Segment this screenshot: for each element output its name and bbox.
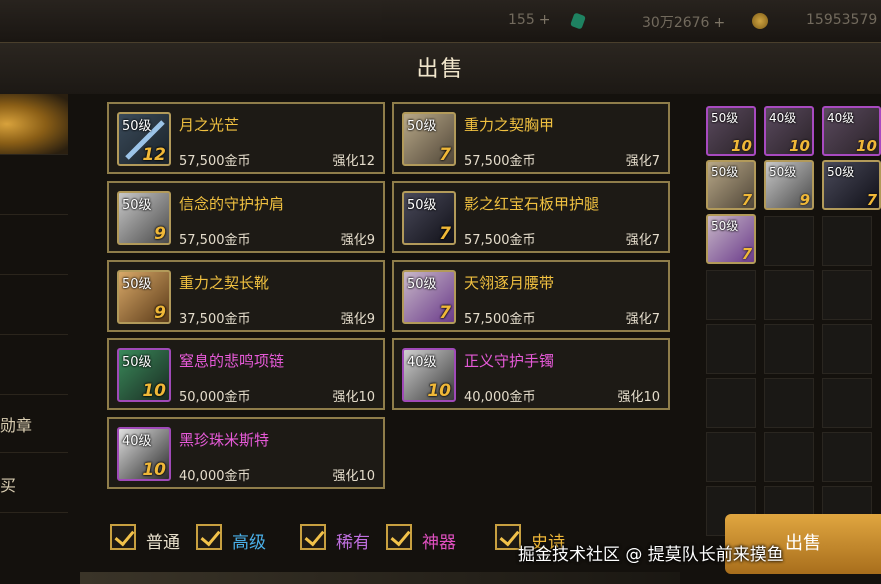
item-price: 50,000金币 — [179, 390, 251, 405]
inventory-ring[interactable]: 40级 10 — [822, 106, 881, 156]
item-card[interactable]: 50级 7 重力之契胸甲 57,500金币 强化7 — [392, 102, 670, 174]
chest-armor-icon: 50级 7 — [402, 112, 456, 166]
resource-bar: 155 + 30万2676 + 15953579 — [0, 0, 881, 42]
inventory-necklace[interactable]: 50级 10 — [706, 106, 756, 156]
item-enhance-level: 强化9 — [340, 233, 375, 248]
checkbox-icon[interactable] — [386, 524, 412, 550]
inventory-slot[interactable] — [706, 270, 756, 320]
side-tab-3[interactable] — [0, 214, 68, 275]
side-tab-5[interactable] — [0, 334, 68, 395]
checkbox-icon[interactable] — [196, 524, 222, 550]
gold-coin-icon — [752, 13, 768, 29]
inventory-slot[interactable] — [764, 378, 814, 428]
item-enhance-level: 强化7 — [625, 154, 660, 169]
side-tab-4[interactable] — [0, 274, 68, 335]
item-enhance-level: 强化12 — [332, 154, 375, 169]
bracelet-icon: 40级 10 — [402, 348, 456, 402]
item-price: 57,500金币 — [464, 312, 536, 327]
item-name: 重力之契胸甲 — [464, 116, 555, 134]
side-tab-1[interactable] — [0, 94, 68, 155]
item-card[interactable]: 50级 7 天翎逐月腰带 57,500金币 强化7 — [392, 260, 670, 332]
item-enhance-level: 强化9 — [340, 312, 375, 327]
item-name: 天翎逐月腰带 — [464, 274, 555, 292]
side-tab-medal[interactable]: 勋章 — [0, 392, 68, 453]
inventory-bracelet[interactable]: 40级 10 — [764, 106, 814, 156]
moon-icon — [401, 11, 409, 27]
sword-icon: 50级 12 — [117, 112, 171, 166]
inventory-slot[interactable] — [764, 324, 814, 374]
inventory-slot[interactable] — [822, 378, 872, 428]
item-card[interactable]: 50级 12 月之光芒 57,500金币 强化12 — [107, 102, 385, 174]
inventory-slot[interactable] — [706, 378, 756, 428]
item-name: 黑珍珠米斯特 — [179, 431, 270, 449]
item-price: 40,000金币 — [464, 390, 536, 405]
currency-1: 155 + — [508, 12, 551, 28]
item-card[interactable]: 40级 10 黑珍珠米斯特 40,000金币 强化10 — [107, 417, 385, 489]
inventory-leg-armor[interactable]: 50级 7 — [822, 160, 881, 210]
inventory-slot[interactable] — [822, 432, 872, 482]
panel-title: 出售 — [416, 57, 465, 82]
item-name: 信念的守护护肩 — [179, 195, 285, 213]
item-price: 40,000金币 — [179, 469, 251, 484]
item-price: 57,500金币 — [464, 154, 536, 169]
side-tab-buy[interactable]: 买 — [0, 452, 68, 513]
inventory-slot[interactable] — [706, 324, 756, 374]
inventory-slot[interactable] — [764, 216, 814, 266]
belt-icon: 50级 7 — [402, 270, 456, 324]
boots-icon: 50级 9 — [117, 270, 171, 324]
add-currency-2-button[interactable]: + — [713, 15, 725, 31]
watermark: 掘金技术社区 @ 提莫队长前来摸鱼 — [518, 545, 784, 565]
inventory-slot[interactable] — [764, 270, 814, 320]
side-tab-2[interactable] — [0, 154, 68, 215]
checkbox-icon[interactable] — [300, 524, 326, 550]
checkbox-icon[interactable] — [110, 524, 136, 550]
add-currency-1-button[interactable]: + — [539, 12, 551, 28]
item-card[interactable]: 50级 9 信念的守护护肩 57,500金币 强化9 — [107, 181, 385, 253]
shoulder-armor-icon: 50级 9 — [117, 191, 171, 245]
item-name: 重力之契长靴 — [179, 274, 270, 292]
item-card[interactable]: 50级 7 影之红宝石板甲护腿 57,500金币 强化7 — [392, 181, 670, 253]
bottom-strip — [80, 572, 680, 584]
item-enhance-level: 强化10 — [332, 390, 375, 405]
item-enhance-level: 强化7 — [625, 312, 660, 327]
item-card[interactable]: 40级 10 正义守护手镯 40,000金币 强化10 — [392, 338, 670, 410]
item-enhance-level: 强化10 — [332, 469, 375, 484]
item-name: 月之光芒 — [179, 116, 240, 134]
inventory-slot[interactable] — [764, 432, 814, 482]
inventory-chest-armor[interactable]: 50级 7 — [706, 160, 756, 210]
item-card[interactable]: 50级 9 重力之契长靴 37,500金币 强化9 — [107, 260, 385, 332]
item-price: 57,500金币 — [179, 233, 251, 248]
item-card[interactable]: 50级 10 窒息的悲鸣项链 50,000金币 强化10 — [107, 338, 385, 410]
currency-3: 15953579 — [806, 12, 878, 28]
currency-2: 30万2676 + — [642, 15, 726, 31]
gem-icon — [569, 12, 587, 30]
item-enhance-level: 强化10 — [617, 390, 660, 405]
inventory-slot[interactable] — [822, 324, 872, 374]
item-name: 影之红宝石板甲护腿 — [464, 195, 600, 213]
item-name: 窒息的悲鸣项链 — [179, 352, 285, 370]
item-price: 37,500金币 — [179, 312, 251, 327]
inventory-shoulder-armor[interactable]: 50级 9 — [764, 160, 814, 210]
inventory-slot[interactable] — [706, 432, 756, 482]
panel-header: 出售 — [0, 42, 881, 96]
inventory-slot[interactable] — [822, 216, 872, 266]
necklace-icon: 50级 10 — [117, 348, 171, 402]
inventory-slot[interactable] — [822, 270, 872, 320]
item-price: 57,500金币 — [464, 233, 536, 248]
inventory-belt[interactable]: 50级 7 — [706, 214, 756, 264]
item-name: 正义守护手镯 — [464, 352, 555, 370]
item-price: 57,500金币 — [179, 154, 251, 169]
leg-armor-icon: 50级 7 — [402, 191, 456, 245]
ring-icon: 40级 10 — [117, 427, 171, 481]
item-enhance-level: 强化7 — [625, 233, 660, 248]
